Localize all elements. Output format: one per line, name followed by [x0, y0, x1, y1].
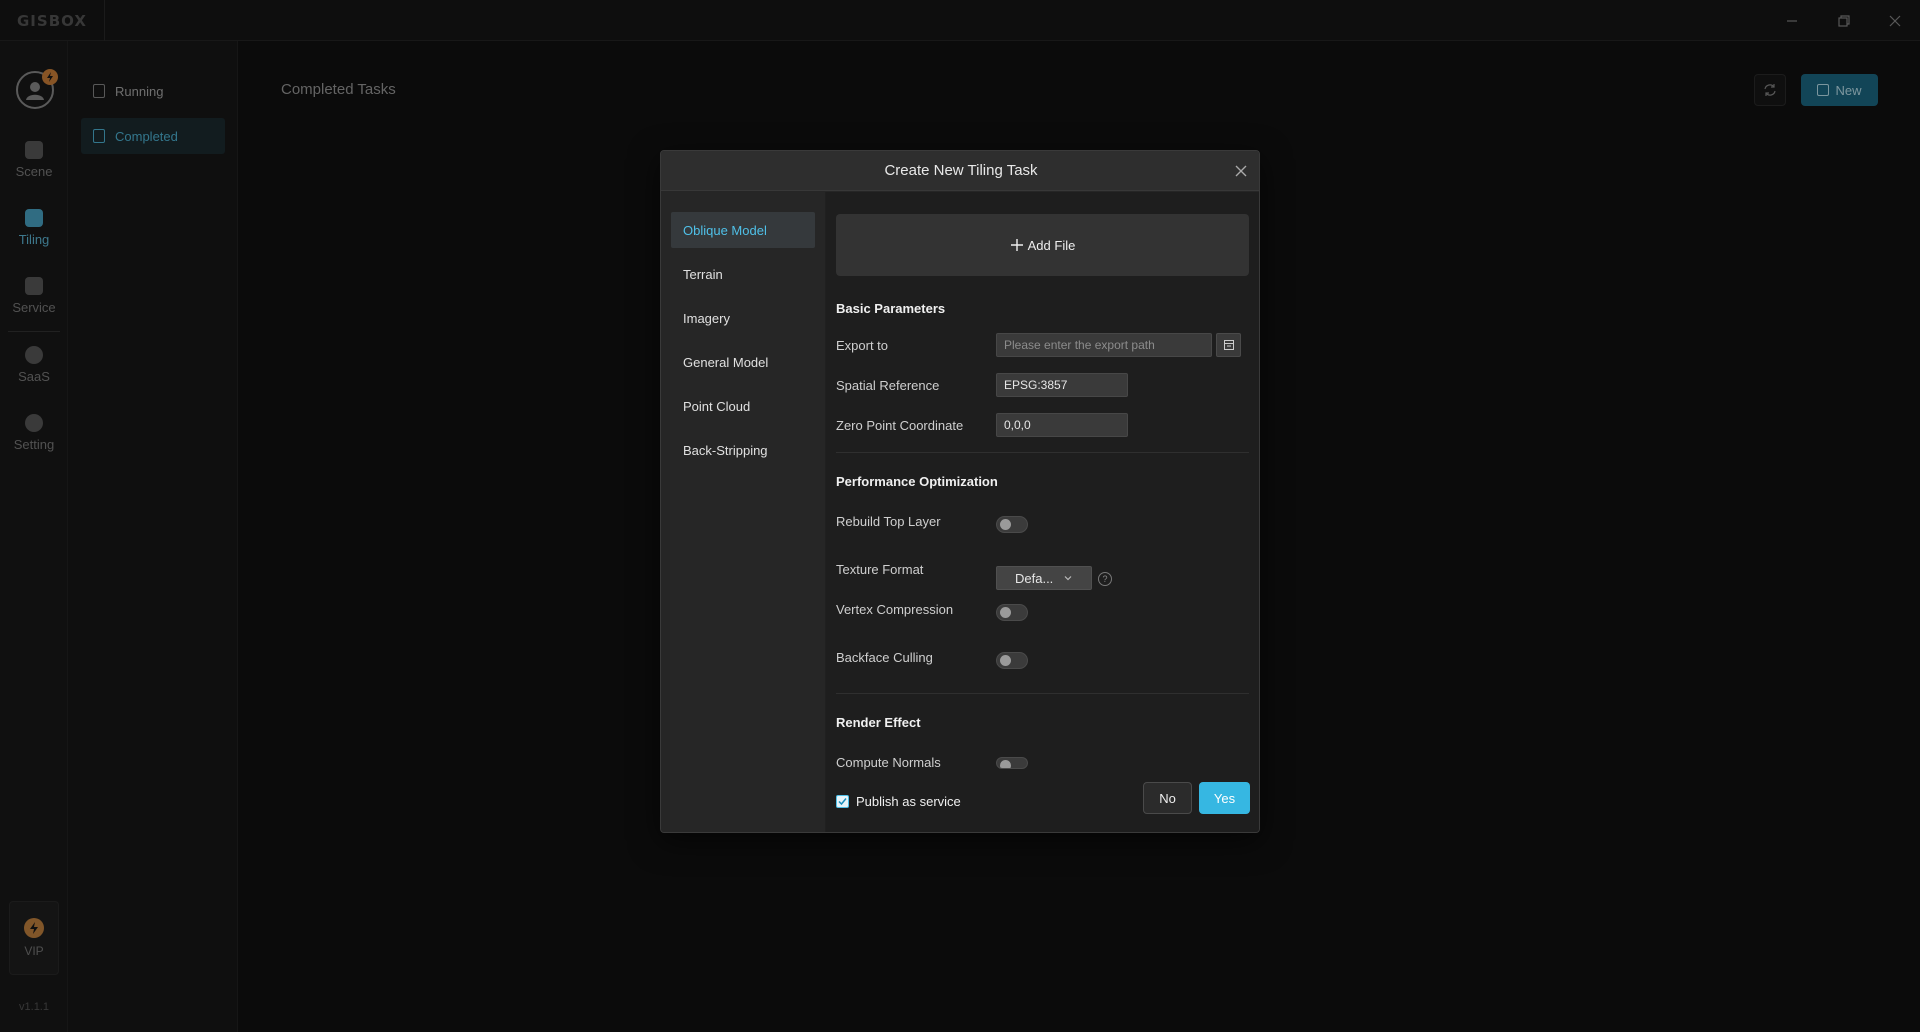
backface-culling-label: Backface Culling: [836, 650, 933, 665]
section-divider: [836, 693, 1249, 694]
basic-parameters-title: Basic Parameters: [836, 301, 946, 316]
rebuild-top-layer-toggle[interactable]: [996, 516, 1028, 533]
dialog-tab-list: Oblique Model Terrain Imagery General Mo…: [661, 192, 826, 832]
performance-title: Performance Optimization: [836, 474, 998, 489]
create-tiling-dialog: Create New Tiling Task Oblique Model Ter…: [660, 150, 1260, 833]
dialog-header: Create New Tiling Task: [661, 151, 1259, 191]
publish-service-option[interactable]: Publish as service: [836, 794, 961, 809]
render-effect-title: Render Effect: [836, 715, 921, 730]
spatial-reference-input[interactable]: EPSG:3857: [996, 373, 1128, 397]
publish-checkbox[interactable]: [836, 795, 849, 808]
yes-button[interactable]: Yes: [1199, 782, 1250, 814]
zero-point-input[interactable]: 0,0,0: [996, 413, 1128, 437]
spatial-reference-label: Spatial Reference: [836, 378, 940, 393]
vertex-compression-label: Vertex Compression: [836, 602, 954, 617]
export-path-input[interactable]: Please enter the export path: [996, 333, 1212, 357]
tab-oblique-model[interactable]: Oblique Model: [671, 212, 815, 248]
tab-imagery[interactable]: Imagery: [671, 300, 815, 336]
zero-point-label: Zero Point Coordinate: [836, 418, 964, 433]
add-file-button[interactable]: Add File: [836, 214, 1249, 276]
help-icon[interactable]: ?: [1098, 572, 1112, 586]
browse-folder-button[interactable]: [1216, 333, 1241, 357]
tab-back-stripping[interactable]: Back-Stripping: [671, 432, 815, 468]
add-file-label: Add File: [1027, 237, 1076, 253]
no-button[interactable]: No: [1143, 782, 1192, 814]
chevron-down-icon: [1064, 576, 1072, 581]
export-label: Export to: [836, 338, 889, 353]
folder-icon: [1223, 340, 1234, 350]
section-divider: [836, 452, 1249, 453]
texture-format-label: Texture Format: [836, 562, 924, 577]
tab-terrain[interactable]: Terrain: [671, 256, 815, 292]
check-icon: [838, 798, 847, 806]
plus-icon: [1010, 239, 1023, 251]
dialog-form: Add File Basic Parameters Export to Plea…: [826, 192, 1259, 832]
texture-format-select[interactable]: Defa...: [996, 566, 1092, 590]
tab-point-cloud[interactable]: Point Cloud: [671, 388, 815, 424]
compute-normals-toggle[interactable]: [996, 757, 1028, 769]
publish-label: Publish as service: [856, 794, 961, 809]
dialog-title: Create New Tiling Task: [884, 162, 1038, 179]
texture-format-value: Defa...: [1015, 570, 1054, 586]
compute-normals-label: Compute Normals: [836, 755, 941, 770]
tab-general-model[interactable]: General Model: [671, 344, 815, 380]
rebuild-top-layer-label: Rebuild Top Layer: [836, 514, 941, 529]
backface-culling-toggle[interactable]: [996, 652, 1028, 669]
vertex-compression-toggle[interactable]: [996, 604, 1028, 621]
close-dialog-icon[interactable]: [1233, 163, 1249, 179]
